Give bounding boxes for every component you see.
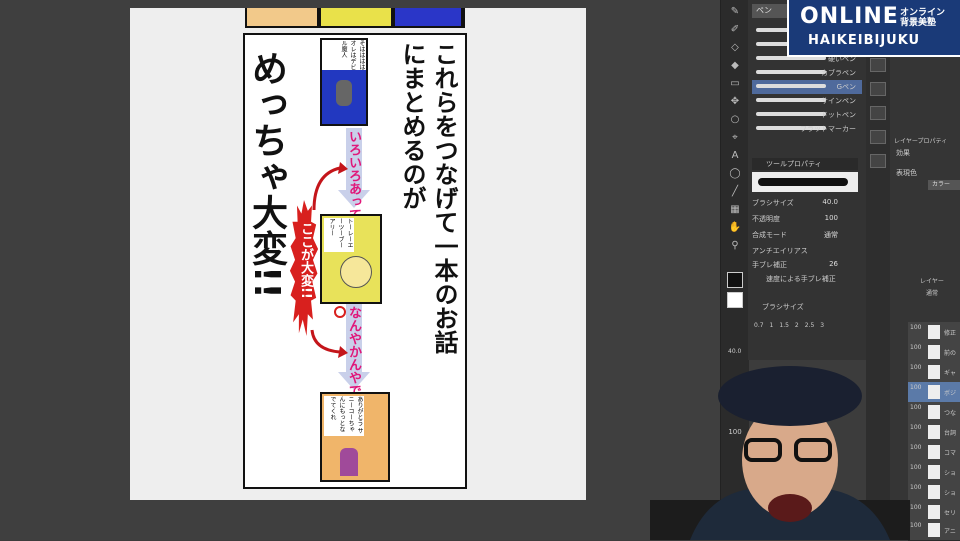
layer-row[interactable]: 100 ショ bbox=[908, 462, 960, 483]
panel-toggle-icon[interactable] bbox=[870, 82, 886, 96]
speech-bubble: ありがとう サニーコーちゃんにもっとなでてくれ bbox=[324, 396, 364, 436]
select-icon[interactable]: ▭ bbox=[728, 78, 742, 90]
strip-panel-3 bbox=[395, 8, 461, 26]
text-tool-icon[interactable]: A bbox=[728, 150, 742, 162]
layer-row[interactable]: 100 アニ bbox=[908, 520, 960, 541]
layer-thumbnail bbox=[928, 485, 940, 499]
brush-item[interactable]: フラットマーカー bbox=[752, 122, 862, 136]
property-blend-mode[interactable]: 合成モード 通常 bbox=[752, 230, 858, 242]
brush-stroke-preview bbox=[756, 70, 826, 74]
main-color-swatch[interactable] bbox=[727, 272, 743, 288]
previous-panels-strip bbox=[245, 8, 465, 28]
size-readout: 40.0 bbox=[728, 348, 742, 355]
layer-thumbnail bbox=[928, 325, 940, 339]
effect-label: 効果 bbox=[896, 149, 910, 157]
brush-size-option[interactable]: 0.7 bbox=[754, 322, 764, 329]
brush-item[interactable]: ドットペン bbox=[752, 108, 862, 122]
tab-pen[interactable]: ペン bbox=[752, 4, 790, 18]
property-stabilization[interactable]: 手ブレ補正 26 bbox=[752, 260, 858, 272]
strip-panel-2 bbox=[321, 8, 391, 26]
brush-stroke-preview bbox=[758, 178, 848, 186]
layer-row[interactable]: 100 ギャ bbox=[908, 362, 960, 383]
brush-stroke-preview bbox=[756, 84, 826, 88]
layer-row[interactable]: 100 修正 bbox=[908, 322, 960, 343]
layer-row[interactable]: 100 前の bbox=[908, 342, 960, 363]
layer-thumbnail bbox=[928, 445, 940, 459]
layer-row[interactable]: 100 つな bbox=[908, 402, 960, 423]
brush-size-title: ブラシサイズ bbox=[762, 303, 804, 311]
banner-jp: オンライン 背景美塾 bbox=[900, 8, 946, 28]
tool-property-header: ツールプロパティ bbox=[752, 158, 858, 170]
presenter-webcam bbox=[650, 366, 910, 540]
brush-size-option[interactable]: 1 bbox=[770, 322, 774, 329]
fill-icon[interactable]: ◆ bbox=[728, 60, 742, 72]
panel-toggle-icon[interactable] bbox=[870, 154, 886, 168]
blend-mode-select[interactable]: 通常 bbox=[926, 288, 938, 297]
brush-size-option[interactable]: 2.5 bbox=[805, 322, 815, 329]
layer-row[interactable]: 100 コマ bbox=[908, 442, 960, 463]
gradient-icon[interactable]: ▦ bbox=[728, 204, 742, 216]
layer-row[interactable]: 100 台詞 bbox=[908, 422, 960, 443]
display-color-label: 表現色 bbox=[896, 169, 917, 177]
brush-stroke-preview bbox=[756, 112, 826, 116]
brush-size-list: 0.7 1 1.5 2 2.5 3 bbox=[748, 314, 866, 329]
brush-size-option[interactable]: 3 bbox=[820, 322, 824, 329]
headline-text: これらをつなげて一本のお話にまとめるのが bbox=[398, 42, 458, 354]
pen-tool-icon[interactable]: ✎ bbox=[728, 6, 742, 18]
brush-size-option[interactable]: 1.5 bbox=[779, 322, 789, 329]
balloon-icon[interactable]: ◯ bbox=[728, 168, 742, 180]
strip-panel-1 bbox=[247, 8, 317, 26]
emphasis-text: めっちゃ大変!! bbox=[246, 50, 287, 299]
layer-thumbnail bbox=[928, 345, 940, 359]
panel-toggle-icon[interactable] bbox=[870, 58, 886, 72]
layer-property-title: レイヤープロパティ bbox=[894, 138, 948, 145]
property-opacity[interactable]: 不透明度 100 bbox=[752, 214, 858, 226]
brush-item[interactable]: カブラペン bbox=[752, 66, 862, 80]
brush-item[interactable]: サインペン bbox=[752, 94, 862, 108]
move-icon[interactable]: ✥ bbox=[728, 96, 742, 108]
zoom-icon[interactable]: ⚲ bbox=[728, 240, 742, 252]
layer-thumbnail bbox=[928, 385, 940, 399]
lasso-icon[interactable]: ○ bbox=[728, 114, 742, 126]
layer-row-selected[interactable]: 100 ボジ bbox=[908, 382, 960, 403]
red-arrows bbox=[310, 162, 348, 358]
layer-thumbnail bbox=[928, 365, 940, 379]
layer-thumbnail bbox=[928, 523, 940, 537]
brush-size-panel: ブラシサイズ 0.7 1 1.5 2 2.5 3 bbox=[748, 300, 866, 360]
devil-character bbox=[336, 80, 352, 106]
layer-panel-title: レイヤー bbox=[920, 278, 944, 285]
panel-devil: そはははは オレはデビル魔人 bbox=[320, 38, 368, 126]
layer-row[interactable]: 100 ショ bbox=[908, 482, 960, 503]
layer-thumbnail bbox=[928, 405, 940, 419]
layer-thumbnail bbox=[928, 505, 940, 519]
property-antialias[interactable]: アンチエイリアス bbox=[752, 246, 858, 258]
banner-title: ONLINE bbox=[800, 4, 899, 29]
property-speed-stabilization[interactable]: 速度による手ブレ補正 bbox=[752, 274, 858, 286]
panel-ending: ありがとう サニーコーちゃんにもっとなでてくれ bbox=[320, 392, 390, 482]
brush-stroke-preview bbox=[756, 98, 826, 102]
brush-preview bbox=[752, 172, 858, 192]
panel-toggle-icon[interactable] bbox=[870, 130, 886, 144]
brush-tool-icon[interactable]: ✐ bbox=[728, 24, 742, 36]
property-brush-size[interactable]: ブラシサイズ 40.0 bbox=[752, 198, 858, 210]
hand-icon[interactable]: ✋ bbox=[728, 222, 742, 234]
layer-thumbnail bbox=[928, 465, 940, 479]
panel-toggle-icon[interactable] bbox=[870, 106, 886, 120]
speech-bubble: そはははは オレはデビル魔人 bbox=[322, 40, 366, 70]
eraser-icon[interactable]: ◇ bbox=[728, 42, 742, 54]
eyedropper-icon[interactable]: ⌖ bbox=[728, 132, 742, 144]
character bbox=[340, 448, 358, 476]
layer-thumbnail bbox=[928, 425, 940, 439]
brush-size-option[interactable]: 2 bbox=[795, 322, 799, 329]
banner-subtitle: HAIKEIBIJUKU bbox=[808, 33, 921, 48]
brush-item-selected[interactable]: Gペン bbox=[752, 80, 862, 94]
display-color-select[interactable]: カラー bbox=[928, 180, 960, 190]
ruler-icon[interactable]: ╱ bbox=[728, 186, 742, 198]
sub-color-swatch[interactable] bbox=[727, 292, 743, 308]
